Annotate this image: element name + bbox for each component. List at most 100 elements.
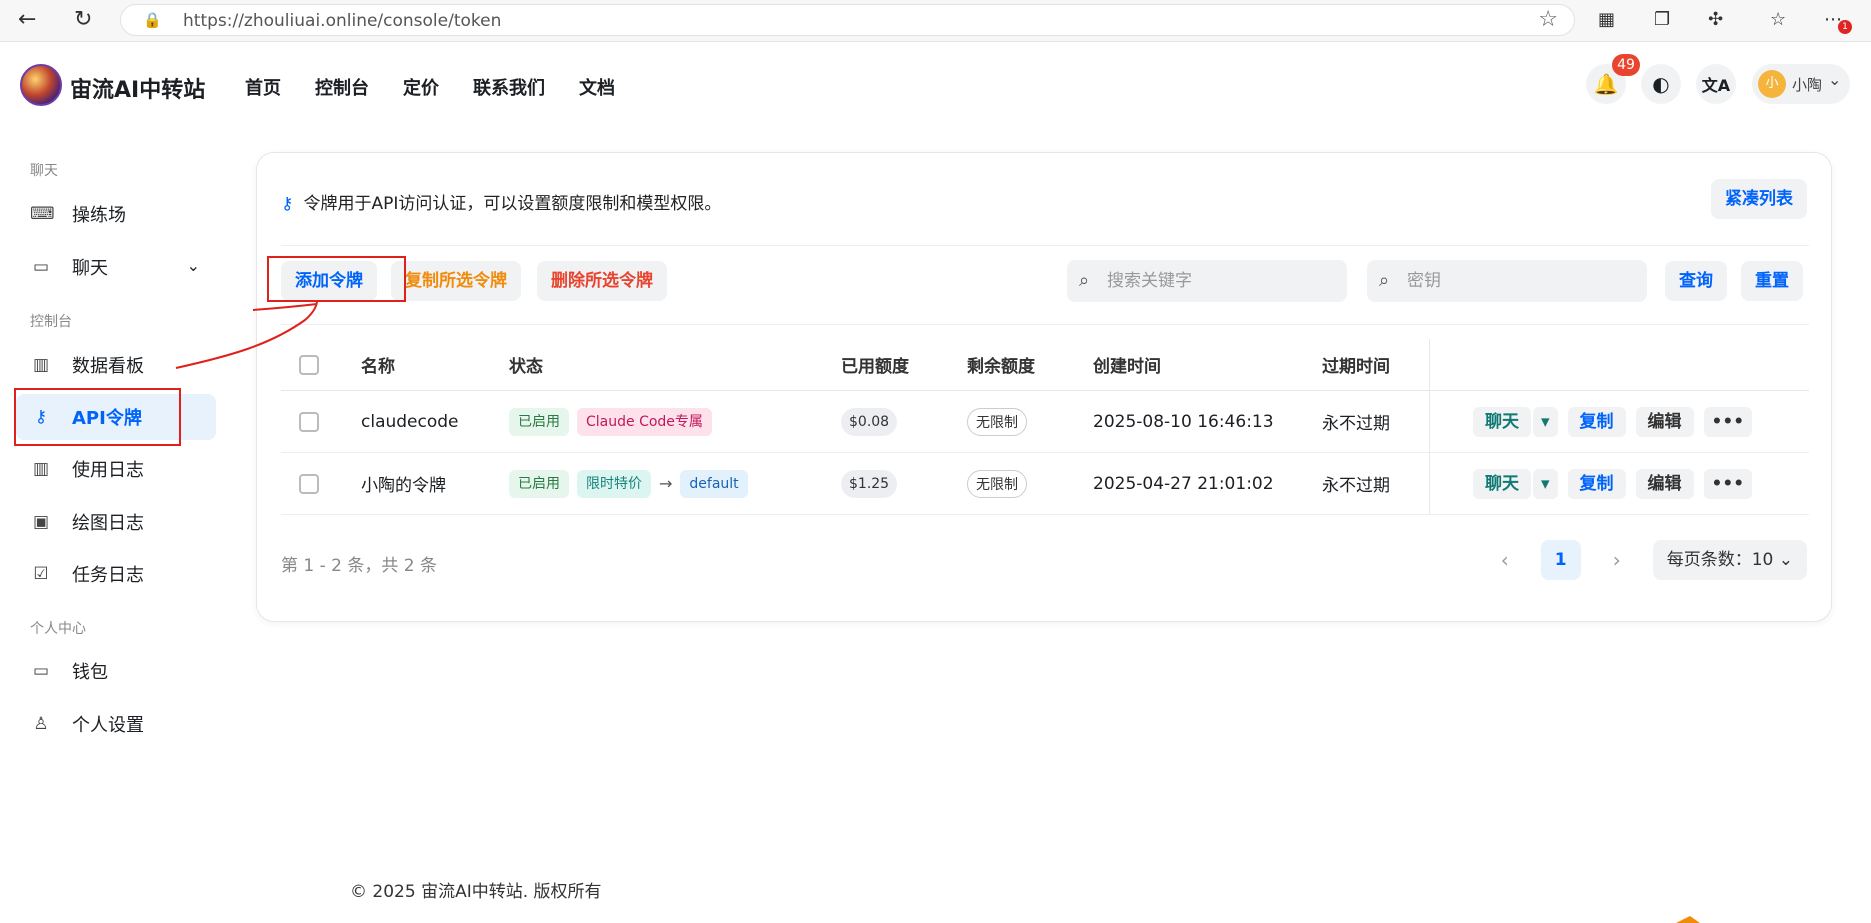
used-quota: $1.25 bbox=[841, 453, 898, 514]
sidebar-item-task-logs[interactable]: ☑ 任务日志 bbox=[16, 551, 216, 597]
sidebar-item-api-tokens[interactable]: ⚷ API令牌 bbox=[16, 394, 216, 440]
row-checkbox[interactable] bbox=[299, 391, 319, 452]
copy-selected-tokens-button[interactable]: 复制所选令牌 bbox=[391, 261, 521, 301]
sidebar-item-playground[interactable]: ⌨ 操练场 bbox=[16, 191, 216, 237]
notification-badge: 49 bbox=[1612, 54, 1640, 76]
query-button[interactable]: 查询 bbox=[1665, 261, 1727, 301]
page-size-select[interactable]: 每页条数：10 ⌄ bbox=[1652, 540, 1807, 580]
table-header: 名称 状态 已用额度 剩余额度 创建时间 过期时间 bbox=[281, 339, 1809, 391]
page-size-label: 每页条数：10 bbox=[1666, 550, 1774, 570]
prev-page-icon[interactable]: ‹ bbox=[1485, 540, 1525, 580]
nav-console[interactable]: 控制台 bbox=[315, 74, 369, 100]
row-checkbox[interactable] bbox=[299, 453, 319, 514]
token-name: claudecode bbox=[361, 411, 459, 432]
created-time: 2025-04-27 21:01:02 bbox=[1093, 473, 1274, 494]
nav-docs[interactable]: 文档 bbox=[579, 74, 615, 100]
copy-button[interactable]: 复制 bbox=[1567, 406, 1626, 437]
reset-button[interactable]: 重置 bbox=[1741, 261, 1803, 301]
top-navigation: 宙流AI中转站 首页 控制台 定价 联系我们 文档 🔔 49 ◐ 文A 小 小陶… bbox=[0, 42, 1871, 128]
key-search-input[interactable]: ⌕ 密钥 bbox=[1367, 260, 1647, 302]
remaining-quota-pill: 无限制 bbox=[967, 469, 1027, 498]
address-bar[interactable]: 🔒 https://zhouliuai.online/console/token… bbox=[120, 4, 1575, 36]
select-all-checkbox[interactable] bbox=[299, 339, 319, 390]
status-badge: 已启用 bbox=[509, 407, 569, 436]
table-row: claudecode 已启用 Claude Code专属 $0.08 无限制 2… bbox=[281, 391, 1809, 453]
search-placeholder: 搜索关键字 bbox=[1107, 271, 1192, 291]
extensions-icon[interactable]: ✣ bbox=[1708, 8, 1723, 32]
row-actions: 聊天 ▾ 复制 编辑 ••• bbox=[1453, 453, 1753, 514]
delete-selected-tokens-button[interactable]: 删除所选令牌 bbox=[537, 261, 667, 301]
token-name: 小陶的令牌 bbox=[361, 476, 446, 496]
user-icon: ♙ bbox=[33, 714, 49, 734]
bookmark-star-icon[interactable]: ☆ bbox=[1538, 7, 1558, 32]
sidebar-item-drawing-logs[interactable]: ▣ 绘图日志 bbox=[16, 499, 216, 545]
user-menu[interactable]: 小 小陶 ⌄ bbox=[1752, 64, 1850, 104]
sidebar-item-chat[interactable]: ▭ 聊天 ⌄ bbox=[16, 244, 216, 290]
chat-button[interactable]: 聊天 bbox=[1473, 468, 1531, 499]
sidebar-item-label: API令牌 bbox=[72, 408, 142, 429]
theme-toggle-button[interactable]: ◐ bbox=[1641, 64, 1681, 104]
avatar: 小 bbox=[1758, 70, 1786, 98]
description-text: 令牌用于API访问认证，可以设置额度限制和模型权限。 bbox=[303, 194, 722, 214]
sidebar-item-wallet[interactable]: ▭ 钱包 bbox=[16, 648, 216, 694]
copy-button[interactable]: 复制 bbox=[1567, 468, 1626, 499]
key-icon: ⚷ bbox=[281, 194, 294, 214]
edit-button[interactable]: 编辑 bbox=[1635, 406, 1694, 437]
arrow-right-icon: → bbox=[659, 474, 673, 493]
chat-button[interactable]: 聊天 bbox=[1473, 406, 1531, 437]
sidebar-section-personal: 个人中心 bbox=[30, 621, 86, 637]
sidebar-item-label: 个人设置 bbox=[72, 715, 144, 736]
sidebar-item-usage-logs[interactable]: ▥ 使用日志 bbox=[16, 446, 216, 492]
more-icon[interactable]: ••• bbox=[1703, 406, 1753, 437]
divider bbox=[281, 324, 1809, 325]
more-icon[interactable]: ••• bbox=[1703, 468, 1753, 499]
group-target-badge: default bbox=[680, 469, 748, 498]
token-description: ⚷ 令牌用于API访问认证，可以设置额度限制和模型权限。 bbox=[281, 189, 721, 214]
remaining-quota-pill: 无限制 bbox=[967, 407, 1027, 436]
keyword-search-input[interactable]: ⌕ 搜索关键字 bbox=[1067, 260, 1347, 302]
sidebar-item-label: 聊天 bbox=[72, 258, 108, 279]
image-icon: ▣ bbox=[32, 512, 50, 532]
token-status: 已启用 Claude Code专属 bbox=[509, 391, 712, 452]
column-divider bbox=[1429, 339, 1430, 515]
sidebar-section-chat: 聊天 bbox=[30, 163, 58, 179]
page-button-current[interactable]: 1 bbox=[1540, 540, 1581, 580]
browser-toolbar: ← ↻ 🔒 https://zhouliuai.online/console/t… bbox=[0, 0, 1871, 42]
copyright: © 2025 宙流AI中转站. 版权所有 bbox=[350, 882, 602, 902]
sidebar-item-label: 钱包 bbox=[72, 662, 108, 683]
used-quota-pill: $1.25 bbox=[841, 469, 898, 498]
search-icon: ⌕ bbox=[1379, 270, 1390, 291]
sidebar-section-console: 控制台 bbox=[30, 314, 72, 330]
used-quota: $0.08 bbox=[841, 391, 898, 452]
sidebar-item-settings[interactable]: ♙ 个人设置 bbox=[16, 701, 216, 747]
corner-mark bbox=[1676, 916, 1700, 923]
collections-icon[interactable]: ❐ bbox=[1654, 8, 1670, 32]
edit-button[interactable]: 编辑 bbox=[1635, 468, 1694, 499]
favorites-icon[interactable]: ☆ bbox=[1770, 8, 1786, 32]
qr-code-icon[interactable]: ▦ bbox=[1598, 8, 1615, 32]
column-used-quota: 已用额度 bbox=[841, 357, 909, 377]
nav-home[interactable]: 首页 bbox=[245, 74, 281, 100]
chat-dropdown-icon[interactable]: ▾ bbox=[1533, 406, 1558, 437]
reload-icon[interactable]: ↻ bbox=[74, 8, 92, 32]
back-arrow-icon[interactable]: ← bbox=[18, 8, 36, 32]
expire-time: 永不过期 bbox=[1322, 414, 1390, 434]
brand-logo[interactable] bbox=[20, 64, 62, 106]
nav-pricing[interactable]: 定价 bbox=[403, 74, 439, 100]
remaining-quota: 无限制 bbox=[967, 453, 1027, 514]
sidebar-item-label: 操练场 bbox=[72, 205, 126, 226]
group-badge: 限时特价 bbox=[577, 469, 651, 498]
sidebar-item-dashboard[interactable]: ▥ 数据看板 bbox=[16, 342, 216, 388]
expire-time: 永不过期 bbox=[1322, 476, 1390, 496]
next-page-icon[interactable]: › bbox=[1597, 540, 1637, 580]
compact-list-button[interactable]: 紧凑列表 bbox=[1711, 179, 1807, 219]
language-button[interactable]: 文A bbox=[1696, 64, 1736, 104]
checkbox-icon: ☑ bbox=[33, 564, 49, 584]
add-token-button[interactable]: 添加令牌 bbox=[281, 261, 377, 301]
bar-chart-icon: ▥ bbox=[32, 459, 50, 479]
browser-alert-badge: 1 bbox=[1838, 20, 1852, 34]
moon-icon: ◐ bbox=[1652, 72, 1670, 96]
nav-contact[interactable]: 联系我们 bbox=[473, 74, 545, 100]
chat-dropdown-icon[interactable]: ▾ bbox=[1533, 468, 1558, 499]
brand-name[interactable]: 宙流AI中转站 bbox=[70, 72, 205, 104]
